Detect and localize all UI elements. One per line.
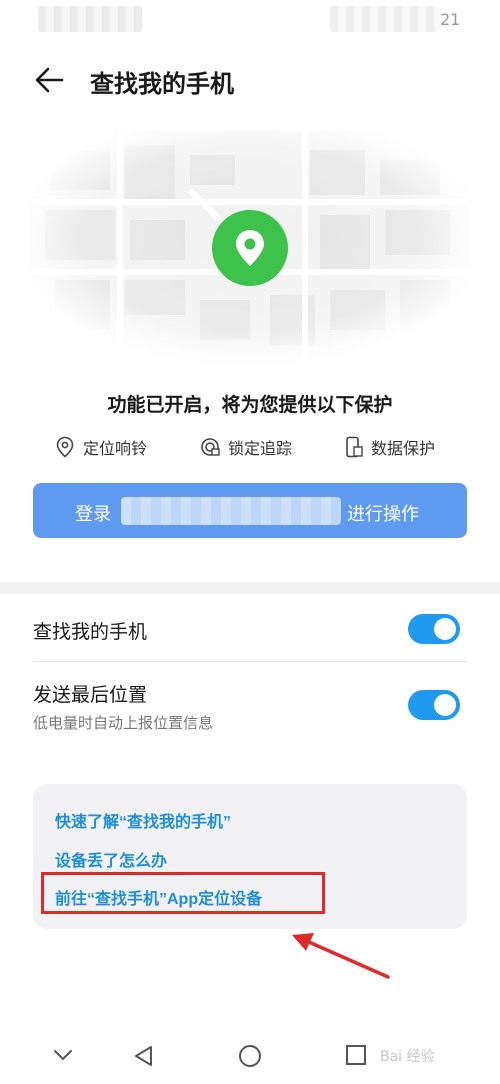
login-suffix: 进行操作	[347, 504, 419, 524]
chevron-down-icon[interactable]	[52, 1048, 74, 1062]
lock-track-icon	[201, 438, 220, 456]
app-header: 查找我的手机	[0, 50, 500, 110]
status-bar-blurred-left	[38, 6, 142, 32]
recents-square-icon[interactable]	[345, 1044, 367, 1066]
feature-list: 定位响铃 锁定追踪 数据保护	[0, 435, 500, 465]
help-card: 快速了解“查找我的手机” 设备丢了怎么办 前往“查找手机”App定位设备	[33, 784, 467, 929]
setting-title: 发送最后位置	[33, 685, 148, 706]
annotation-arrow-icon	[292, 933, 390, 979]
feature-ring: 定位响铃	[55, 435, 147, 459]
status-time: 21	[440, 10, 461, 29]
feature-label: 数据保护	[371, 441, 436, 458]
annotation-highlight-box	[41, 872, 325, 914]
feature-label: 定位响铃	[83, 441, 148, 458]
protection-heading: 功能已开启，将为您提供以下保护	[107, 395, 393, 416]
toggle-knob	[434, 618, 456, 640]
redacted-account	[121, 497, 341, 525]
section-divider	[0, 582, 500, 594]
send-last-location-toggle[interactable]	[408, 690, 460, 720]
page-title: 查找我的手机	[90, 71, 234, 98]
toggle-knob	[434, 694, 456, 716]
status-bar-blurred-right	[330, 6, 440, 32]
help-link-device-lost[interactable]: 设备丢了怎么办	[55, 847, 167, 871]
setting-find-my-phone: 查找我的手机	[0, 600, 500, 660]
setting-send-last-location: 发送最后位置 低电量时自动上报位置信息	[0, 662, 500, 742]
status-bar: 21	[0, 0, 500, 40]
setting-subtitle: 低电量时自动上报位置信息	[33, 715, 214, 732]
location-pin-icon	[212, 210, 288, 286]
feature-label: 锁定追踪	[228, 441, 293, 458]
watermark: Bai 经验	[380, 1049, 435, 1065]
feature-data-protect: 数据保护	[345, 435, 435, 459]
login-prefix: 登录	[75, 504, 111, 524]
help-link-learn[interactable]: 快速了解“查找我的手机”	[55, 808, 231, 832]
phone-data-icon	[346, 436, 363, 458]
setting-title: 查找我的手机	[33, 622, 148, 643]
location-outline-icon	[56, 436, 74, 458]
find-my-phone-toggle[interactable]	[408, 614, 460, 644]
back-triangle-icon[interactable]	[132, 1044, 154, 1068]
map-illustration	[30, 130, 470, 370]
arrow-left-icon[interactable]	[34, 66, 64, 94]
home-circle-icon[interactable]	[238, 1044, 262, 1068]
feature-lock-track: 锁定追踪	[200, 435, 292, 459]
login-button[interactable]: 登录 进行操作	[33, 483, 467, 538]
